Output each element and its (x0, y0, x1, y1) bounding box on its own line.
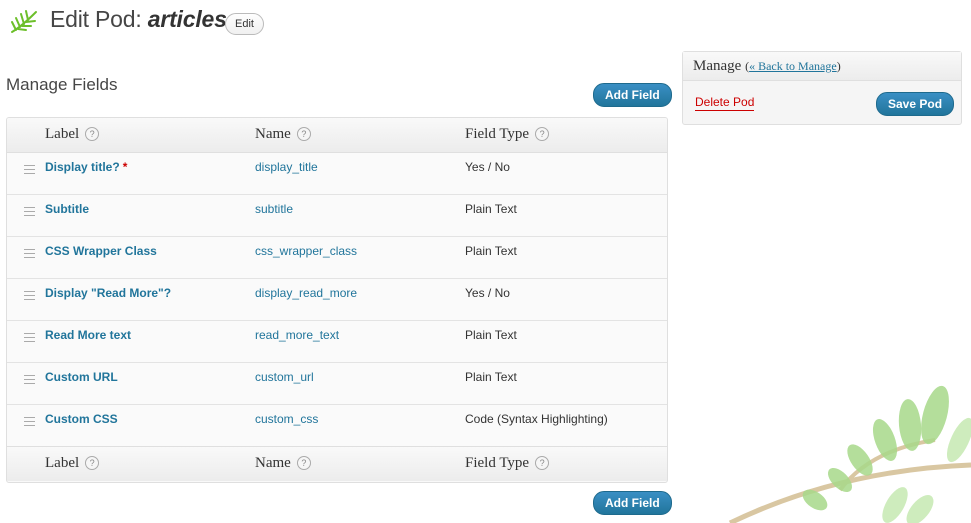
column-header-label[interactable]: Label? (45, 126, 100, 143)
column-type-text: Field Type (465, 126, 530, 142)
footer-header-name[interactable]: Name? (255, 455, 311, 472)
column-type-text: Field Type (465, 455, 530, 471)
field-name: display_read_more (255, 286, 358, 300)
help-icon[interactable]: ? (85, 456, 100, 470)
table-row[interactable]: Read More text read_more_text Plain Text (7, 321, 667, 363)
field-name: custom_url (255, 370, 314, 384)
edit-pod-button[interactable]: Edit (225, 13, 264, 35)
table-row[interactable]: CSS Wrapper Class css_wrapper_class Plai… (7, 237, 667, 279)
drag-handle-icon[interactable] (24, 375, 35, 387)
column-label-text: Label (45, 126, 80, 142)
field-type: Plain Text (465, 328, 517, 342)
add-field-button-top[interactable]: Add Field (593, 83, 672, 107)
field-name: subtitle (255, 202, 294, 216)
field-name: css_wrapper_class (255, 244, 358, 258)
field-type: Code (Syntax Highlighting) (465, 412, 608, 426)
pod-name: articles (147, 6, 227, 32)
footer-header-label[interactable]: Label? (45, 455, 100, 472)
help-icon[interactable]: ? (85, 127, 100, 141)
field-label-link[interactable]: Custom CSS (45, 412, 118, 426)
fields-table: Label? Name? Field Type? Display title? *… (6, 117, 668, 483)
table-footer: Label? Name? Field Type? (7, 446, 667, 481)
field-label-link[interactable]: Display title? * (45, 160, 127, 174)
delete-pod-link[interactable]: Delete Pod (695, 95, 755, 111)
drag-handle-icon[interactable] (24, 417, 35, 429)
back-to-manage-link[interactable]: « Back to Manage (749, 59, 837, 73)
field-type: Plain Text (465, 370, 517, 384)
table-row[interactable]: Custom URL custom_url Plain Text (7, 363, 667, 405)
column-label-text: Label (45, 455, 80, 471)
column-header-name[interactable]: Name? (255, 126, 311, 143)
help-icon[interactable]: ? (535, 456, 550, 470)
back-close-paren: ) (836, 59, 841, 73)
leaf-decoration (728, 385, 971, 523)
manage-panel-header: Manage (« Back to Manage) (683, 52, 961, 81)
column-name-text: Name (255, 455, 291, 471)
field-name: display_title (255, 160, 318, 174)
help-icon[interactable]: ? (296, 127, 311, 141)
title-prefix: Edit Pod: (50, 6, 142, 32)
field-name: custom_css (255, 412, 319, 426)
manage-panel: Manage (« Back to Manage) Delete Pod Sav… (682, 51, 962, 125)
required-marker: * (122, 160, 128, 174)
save-pod-button[interactable]: Save Pod (876, 92, 955, 116)
footer-header-field-type[interactable]: Field Type? (465, 455, 550, 472)
help-icon[interactable]: ? (535, 127, 550, 141)
field-label-link[interactable]: Read More text (45, 328, 131, 342)
page-title: Edit Pod: articles (50, 6, 227, 33)
add-field-button-bottom[interactable]: Add Field (593, 491, 672, 515)
field-type: Yes / No (465, 286, 510, 300)
drag-handle-icon[interactable] (24, 165, 35, 177)
drag-handle-icon[interactable] (24, 333, 35, 345)
field-type: Plain Text (465, 202, 517, 216)
field-name: read_more_text (255, 328, 340, 342)
table-header: Label? Name? Field Type? (7, 118, 667, 153)
table-row[interactable]: Display title? * display_title Yes / No (7, 153, 667, 195)
table-body: Display title? * display_title Yes / No S… (7, 153, 667, 446)
pods-logo-icon (11, 10, 37, 33)
field-label-link[interactable]: Custom URL (45, 370, 118, 384)
drag-handle-icon[interactable] (24, 249, 35, 261)
field-label-link[interactable]: Subtitle (45, 202, 89, 216)
field-type: Yes / No (465, 160, 510, 174)
table-row[interactable]: Custom CSS custom_css Code (Syntax Highl… (7, 405, 667, 446)
drag-handle-icon[interactable] (24, 207, 35, 219)
field-label-link[interactable]: Display "Read More"? (45, 286, 171, 300)
field-type: Plain Text (465, 244, 517, 258)
section-title: Manage Fields (6, 75, 118, 94)
table-row[interactable]: Subtitle subtitle Plain Text (7, 195, 667, 237)
help-icon[interactable]: ? (296, 456, 311, 470)
column-header-field-type[interactable]: Field Type? (465, 126, 550, 143)
manage-title: Manage (693, 58, 742, 74)
table-row[interactable]: Display "Read More"? display_read_more Y… (7, 279, 667, 321)
drag-handle-icon[interactable] (24, 291, 35, 303)
field-label-link[interactable]: CSS Wrapper Class (45, 244, 157, 258)
column-name-text: Name (255, 126, 291, 142)
